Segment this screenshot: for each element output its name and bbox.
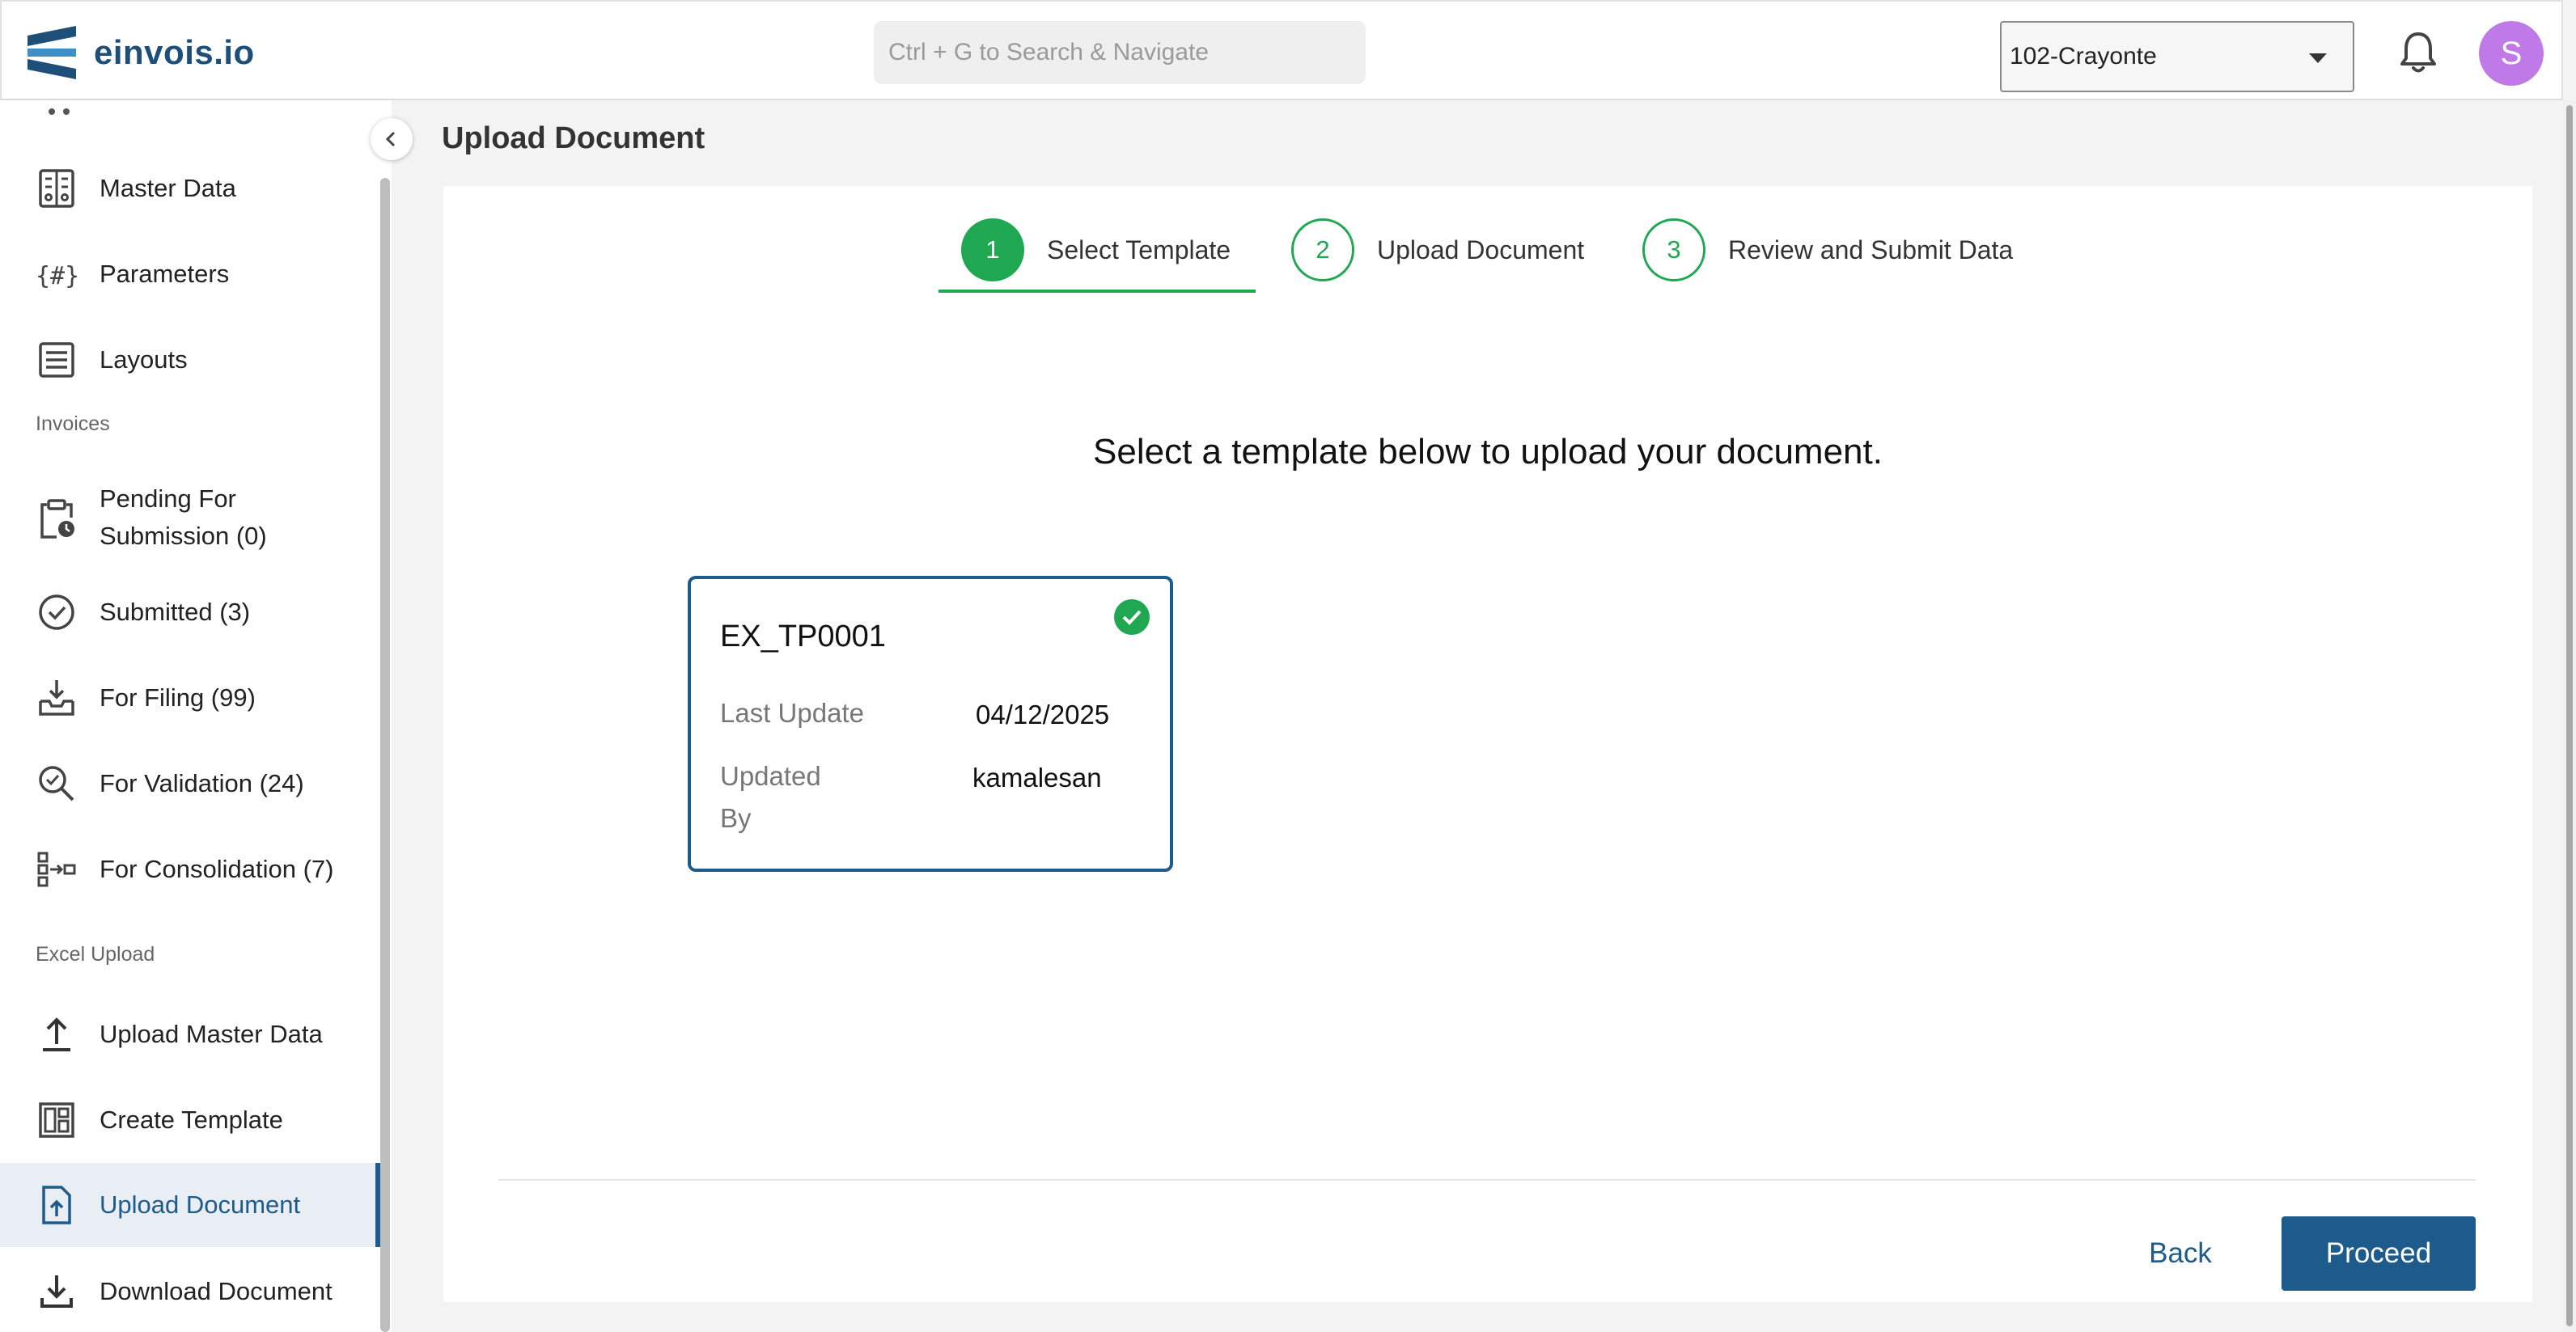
cart-icon <box>49 108 70 115</box>
step-upload-document[interactable]: 2 Upload Document <box>1291 218 1584 281</box>
updated-by-label-line2: By <box>720 803 752 833</box>
step-label: Review and Submit Data <box>1728 235 2014 264</box>
template-card[interactable]: EX_TP0001 Last Update 04/12/2025 Updated… <box>688 576 1173 872</box>
selected-check-icon <box>1114 599 1150 635</box>
bell-icon[interactable] <box>2398 29 2438 78</box>
template-icon <box>39 1102 74 1138</box>
sidebar-item-label: Pending For Submission (0) <box>100 484 267 550</box>
last-update-label: Last Update <box>720 698 864 728</box>
sidebar-item-upload-master-data[interactable]: Upload Master Data <box>0 998 380 1071</box>
sidebar-item-parameters[interactable]: {#} Parameters <box>0 238 380 311</box>
sidebar-section-invoices: Invoices <box>36 412 110 435</box>
sidebar: Master Data {#} Parameters Layouts Invoi… <box>0 100 392 1332</box>
sidebar-item-label: Upload Master Data <box>100 1020 323 1048</box>
upload-document-icon <box>42 1186 71 1224</box>
logo-icon <box>28 26 76 79</box>
upload-icon <box>43 1017 70 1051</box>
sidebar-section-excel-upload: Excel Upload <box>36 943 155 966</box>
app-name: einvois.io <box>94 33 255 71</box>
active-step-indicator <box>938 290 1256 293</box>
sidebar-item-label: Parameters <box>100 260 230 288</box>
magnify-check-icon <box>39 766 74 801</box>
step-label: Upload Document <box>1377 235 1585 264</box>
parameters-icon: {#} <box>36 262 78 290</box>
company-select-value: 102-Crayonte <box>2010 43 2157 70</box>
sidebar-item-label: For Validation (24) <box>100 769 304 797</box>
chevron-down-icon <box>2309 53 2327 63</box>
consolidation-icon <box>37 852 76 887</box>
sidebar-item-upload-document[interactable]: Upload Document <box>0 1163 380 1247</box>
sidebar-item-label: Download Document <box>100 1277 333 1305</box>
sidebar-scrollbar[interactable] <box>380 178 390 1332</box>
sidebar-item-label: For Filing (99) <box>100 683 256 712</box>
check-circle-icon <box>39 594 74 630</box>
page-scrollbar[interactable] <box>2563 100 2576 1332</box>
sidebar-item-master-data[interactable]: Master Data <box>0 152 380 225</box>
sidebar-item-for-validation[interactable]: For Validation (24) <box>0 747 380 820</box>
pending-clipboard-icon <box>40 499 74 539</box>
sidebar-item-for-consolidation[interactable]: For Consolidation (7) <box>0 833 380 906</box>
sidebar-collapse-button[interactable] <box>371 118 413 160</box>
company-select[interactable]: 102-Crayonte <box>2000 21 2354 92</box>
svg-text:{#}: {#} <box>36 262 78 290</box>
footer-divider <box>498 1179 2476 1181</box>
step-select-template[interactable]: 1 Select Template <box>961 218 1231 281</box>
page-title: Upload Document <box>442 121 705 155</box>
sidebar-item-label: Master Data <box>100 174 236 202</box>
sidebar-item-create-template[interactable]: Create Template <box>0 1084 380 1157</box>
template-name: EX_TP0001 <box>720 619 886 653</box>
back-button[interactable]: Back <box>2120 1216 2241 1291</box>
updated-by-value: kamalesan <box>972 763 1102 793</box>
top-header: einvois.io 102-Crayonte S <box>0 0 2563 100</box>
step-number: 1 <box>961 218 1024 281</box>
updated-by-label-line1: Updated <box>720 761 821 791</box>
master-data-icon <box>39 169 74 208</box>
last-update-value: 04/12/2025 <box>976 700 1110 729</box>
sidebar-item-pending[interactable]: Pending For Submission (0) <box>0 472 380 563</box>
search-input[interactable] <box>874 21 1366 84</box>
sidebar-item-layouts[interactable]: Layouts <box>0 323 380 396</box>
layouts-icon <box>39 342 74 378</box>
download-icon <box>40 1275 73 1308</box>
sidebar-item-label: Layouts <box>100 345 188 374</box>
step-number: 2 <box>1291 218 1354 281</box>
sidebar-item-for-filing[interactable]: For Filing (99) <box>0 662 380 734</box>
step-review-submit[interactable]: 3 Review and Submit Data <box>1642 218 2013 281</box>
step-label: Select Template <box>1047 235 1231 264</box>
inbox-download-icon <box>39 680 74 716</box>
sidebar-item-label: Upload Document <box>100 1190 301 1219</box>
instruction-text: Select a template below to upload your d… <box>1093 432 1883 471</box>
sidebar-item-label: For Consolidation (7) <box>100 855 334 883</box>
page-scrollbar-thumb[interactable] <box>2566 105 2573 1326</box>
avatar[interactable]: S <box>2479 21 2544 86</box>
app-logo[interactable]: einvois.io <box>28 26 255 79</box>
sidebar-item-partial[interactable] <box>0 100 380 121</box>
chevron-left-icon <box>385 131 396 147</box>
sidebar-item-label: Create Template <box>100 1106 283 1134</box>
sidebar-item-submitted[interactable]: Submitted (3) <box>0 576 380 649</box>
sidebar-item-download-document[interactable]: Download Document <box>0 1255 380 1328</box>
sidebar-item-label: Submitted (3) <box>100 598 251 626</box>
proceed-button[interactable]: Proceed <box>2282 1216 2476 1291</box>
updated-by-label: Updated By <box>720 755 821 839</box>
step-number: 3 <box>1642 218 1705 281</box>
